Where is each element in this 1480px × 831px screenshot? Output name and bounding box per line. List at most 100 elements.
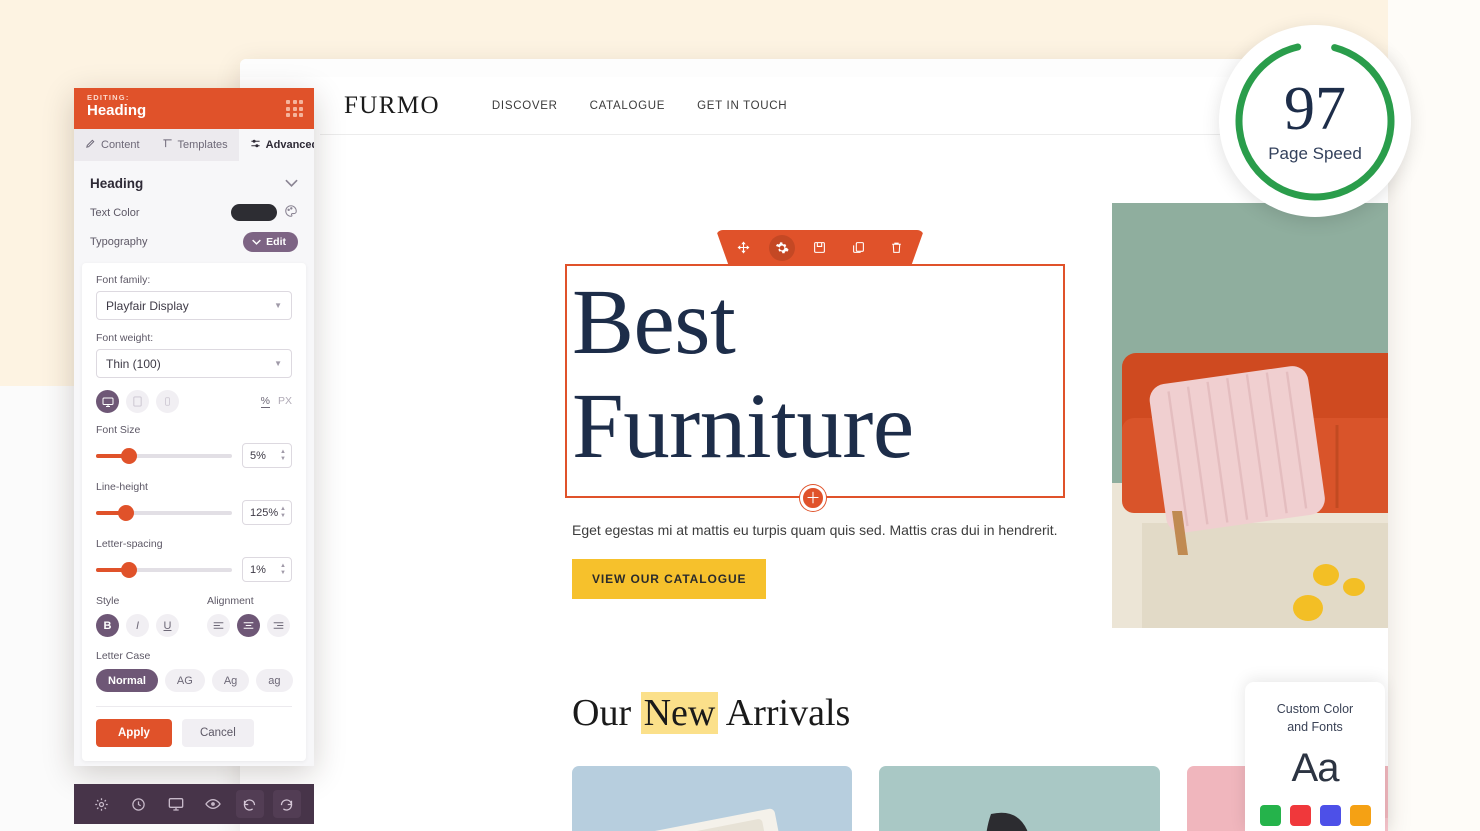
font-size-slider-group: Font Size 5% ▲ ▼ <box>96 424 292 468</box>
font-size-slider[interactable] <box>96 447 232 464</box>
palette-icon[interactable] <box>284 204 298 221</box>
unit-px-button[interactable]: PX <box>278 395 292 408</box>
nav-link-get-in-touch[interactable]: GET IN TOUCH <box>697 100 787 112</box>
tab-content-label: Content <box>101 139 140 151</box>
italic-button[interactable]: I <box>126 614 149 637</box>
settings-gear-icon[interactable] <box>768 234 795 261</box>
line-height-slider-knob[interactable] <box>117 504 134 521</box>
element-editor-toolbar[interactable] <box>716 230 924 265</box>
tab-advanced-label: Advanced <box>265 139 314 151</box>
apply-button[interactable]: Apply <box>96 719 172 747</box>
line-height-input[interactable]: 125% ▲ ▼ <box>242 500 292 525</box>
mobile-device-button[interactable] <box>156 390 179 413</box>
page-speed-badge: 97 Page Speed <box>1219 25 1411 217</box>
unit-toggle: % PX <box>260 395 292 408</box>
drag-grip-icon[interactable] <box>286 100 303 117</box>
editor-panel-header: EDITING: Heading <box>74 88 314 129</box>
view-catalogue-button[interactable]: VIEW OUR CATALOGUE <box>572 559 767 599</box>
chevron-down-icon[interactable] <box>285 174 298 192</box>
duplicate-icon[interactable] <box>845 235 871 261</box>
letter-case-upper-button[interactable]: AG <box>164 669 205 692</box>
stepper-icon[interactable]: ▲ ▼ <box>280 563 286 576</box>
unit-percent-button[interactable]: % <box>260 395 270 408</box>
bold-button[interactable]: B <box>96 614 119 637</box>
font-weight-label: Font weight: <box>96 332 154 344</box>
product-card-teal[interactable] <box>879 766 1160 831</box>
align-center-button[interactable] <box>237 614 260 637</box>
responsive-monitor-icon[interactable] <box>162 790 190 818</box>
cancel-button[interactable]: Cancel <box>181 719 254 747</box>
device-toggle-row: % PX <box>96 390 292 413</box>
hero-heading-line-1: Best <box>572 271 736 374</box>
typography-edit-button[interactable]: Edit <box>243 232 298 252</box>
desktop-device-button[interactable] <box>96 390 119 413</box>
redo-icon[interactable] <box>272 790 301 818</box>
text-color-row: Text Color <box>74 201 314 229</box>
editor-panel-tabs: Content Templates Advanced <box>74 129 314 161</box>
typography-edit-label: Edit <box>266 236 286 248</box>
underline-button[interactable]: U <box>156 614 179 637</box>
tab-content[interactable]: Content <box>74 129 151 161</box>
stepper-icon[interactable]: ▲ ▼ <box>280 506 286 519</box>
font-size-value: 5% <box>250 449 266 462</box>
sliders-icon <box>250 138 261 152</box>
font-size-slider-knob[interactable] <box>120 447 137 464</box>
letter-case-normal-button[interactable]: Normal <box>96 669 158 692</box>
style-group: Style B I U <box>96 595 179 637</box>
tab-templates[interactable]: Templates <box>151 129 239 161</box>
trash-icon[interactable] <box>884 235 910 261</box>
hero-heading[interactable]: Best Furniture <box>572 271 1062 479</box>
color-swatch-list <box>1245 805 1385 827</box>
undo-icon[interactable] <box>235 790 264 818</box>
font-weight-select[interactable]: Thin (100) ▼ <box>96 349 292 378</box>
font-size-input[interactable]: 5% ▲ ▼ <box>242 443 292 468</box>
letter-case-lower-button[interactable]: ag <box>256 669 293 692</box>
letter-spacing-input[interactable]: 1% ▲ ▼ <box>242 557 292 582</box>
chevron-down-icon <box>252 236 262 248</box>
product-card-blue[interactable] <box>572 766 853 831</box>
color-swatch-green[interactable] <box>1259 805 1281 827</box>
align-right-button[interactable] <box>267 614 290 637</box>
letter-case-group: Normal AG Ag ag <box>96 669 293 692</box>
color-swatch-blue[interactable] <box>1319 805 1341 827</box>
nav-link-catalogue[interactable]: CATALOGUE <box>590 100 666 112</box>
letter-case-label: Letter Case <box>96 650 151 662</box>
tab-advanced[interactable]: Advanced <box>238 129 314 161</box>
page-speed-ring <box>1235 41 1395 201</box>
line-height-slider-group: Line-height 125% ▲ ▼ <box>96 481 292 525</box>
font-family-select[interactable]: Playfair Display ▼ <box>96 291 292 320</box>
font-size-label: Font Size <box>96 424 141 436</box>
heading-section-row[interactable]: Heading <box>74 161 314 201</box>
editor-panel-title: Heading <box>87 102 147 119</box>
font-sample-aa: Aa <box>1291 746 1340 791</box>
font-family-label: Font family: <box>96 274 151 286</box>
brand-logo[interactable]: FURMO <box>344 92 440 120</box>
settings-gear-icon[interactable] <box>88 790 116 818</box>
stepper-icon[interactable]: ▲ ▼ <box>280 449 286 462</box>
tab-templates-label: Templates <box>177 139 228 151</box>
color-swatch-orange[interactable] <box>1349 805 1371 827</box>
preview-eye-icon[interactable] <box>199 790 227 818</box>
font-weight-value: Thin (100) <box>106 356 161 371</box>
tablet-device-button[interactable] <box>126 390 149 413</box>
add-element-handle[interactable]: ＋ <box>800 485 826 511</box>
arrivals-title-highlight: New <box>640 692 719 734</box>
hero-heading-line-2: Furniture <box>572 375 914 479</box>
align-left-button[interactable] <box>207 614 230 637</box>
style-alignment-row: Style B I U Alignment <box>96 595 292 637</box>
editor-panel: EDITING: Heading Content Templates Advan… <box>74 88 314 766</box>
nav-link-discover[interactable]: DISCOVER <box>492 100 558 112</box>
line-height-slider[interactable] <box>96 504 232 521</box>
save-icon[interactable] <box>807 235 833 261</box>
letter-spacing-slider-knob[interactable] <box>120 561 137 578</box>
color-swatch-red[interactable] <box>1289 805 1311 827</box>
history-clock-icon[interactable] <box>125 790 153 818</box>
line-height-value: 125% <box>250 506 279 519</box>
letter-case-capitalize-button[interactable]: Ag <box>211 669 250 692</box>
letter-spacing-slider[interactable] <box>96 561 232 578</box>
browser-chrome-strip <box>240 59 1388 77</box>
move-icon[interactable] <box>730 235 756 261</box>
text-color-swatch[interactable] <box>231 204 277 221</box>
style-label: Style <box>96 595 120 607</box>
custom-color-fonts-title: Custom Color and Fonts <box>1245 700 1385 736</box>
